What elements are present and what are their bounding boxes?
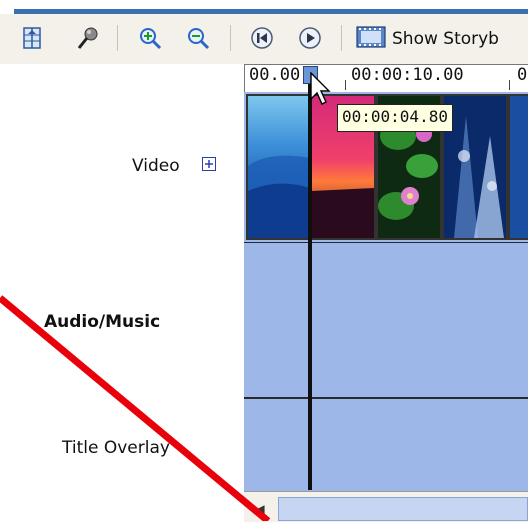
filmstrip-icon [356,26,386,52]
toolbar-separator [230,25,231,51]
expand-video-track-icon[interactable] [202,157,216,171]
storyboard-timeline-icon[interactable] [18,24,46,52]
show-storyboard-button[interactable]: Show Storyb [356,26,499,52]
timeline-toolbar: Show Storyb [0,14,528,64]
zoom-out-icon[interactable] [184,24,212,52]
title-overlay-track[interactable] [244,400,528,500]
timeline-area: ◀ [244,92,528,522]
ruler-tick [345,80,346,90]
zoom-in-icon[interactable] [136,24,164,52]
scroll-left-arrow-icon[interactable]: ◀ [250,497,270,521]
title-overlay-track-label: Title Overlay [62,438,170,458]
audio-music-track[interactable] [244,242,528,399]
play-icon[interactable] [296,24,324,52]
toolbar-separator [341,25,342,51]
video-clip-blue-hills[interactable] [246,94,312,240]
video-track-label: Video [132,156,180,176]
playback-indicator-line[interactable] [308,76,312,490]
ruler-end-time: 0 [517,65,528,85]
time-tooltip: 00:00:04.80 [337,104,453,132]
ruler-tick [509,80,510,90]
toolbar-separator [117,25,118,51]
timeline-ruler[interactable]: 00.00 00:00:10.00 0 [244,64,528,92]
track-labels-panel: Video Audio/Music Title Overlay [0,64,244,521]
show-storyboard-label: Show Storyb [392,29,499,49]
video-clip-partial[interactable] [508,94,528,240]
rewind-icon[interactable] [248,24,276,52]
audio-music-track-label: Audio/Music [44,312,161,332]
ruler-mark-time: 00:00:10.00 [351,65,464,85]
horizontal-scrollbar[interactable]: ◀ [244,491,528,522]
narrate-microphone-icon[interactable] [74,24,102,52]
window-top-edge [0,0,528,14]
scrollbar-thumb[interactable] [278,497,528,521]
mouse-cursor-icon [310,71,332,110]
ruler-start-time: 00.00 [249,65,301,85]
